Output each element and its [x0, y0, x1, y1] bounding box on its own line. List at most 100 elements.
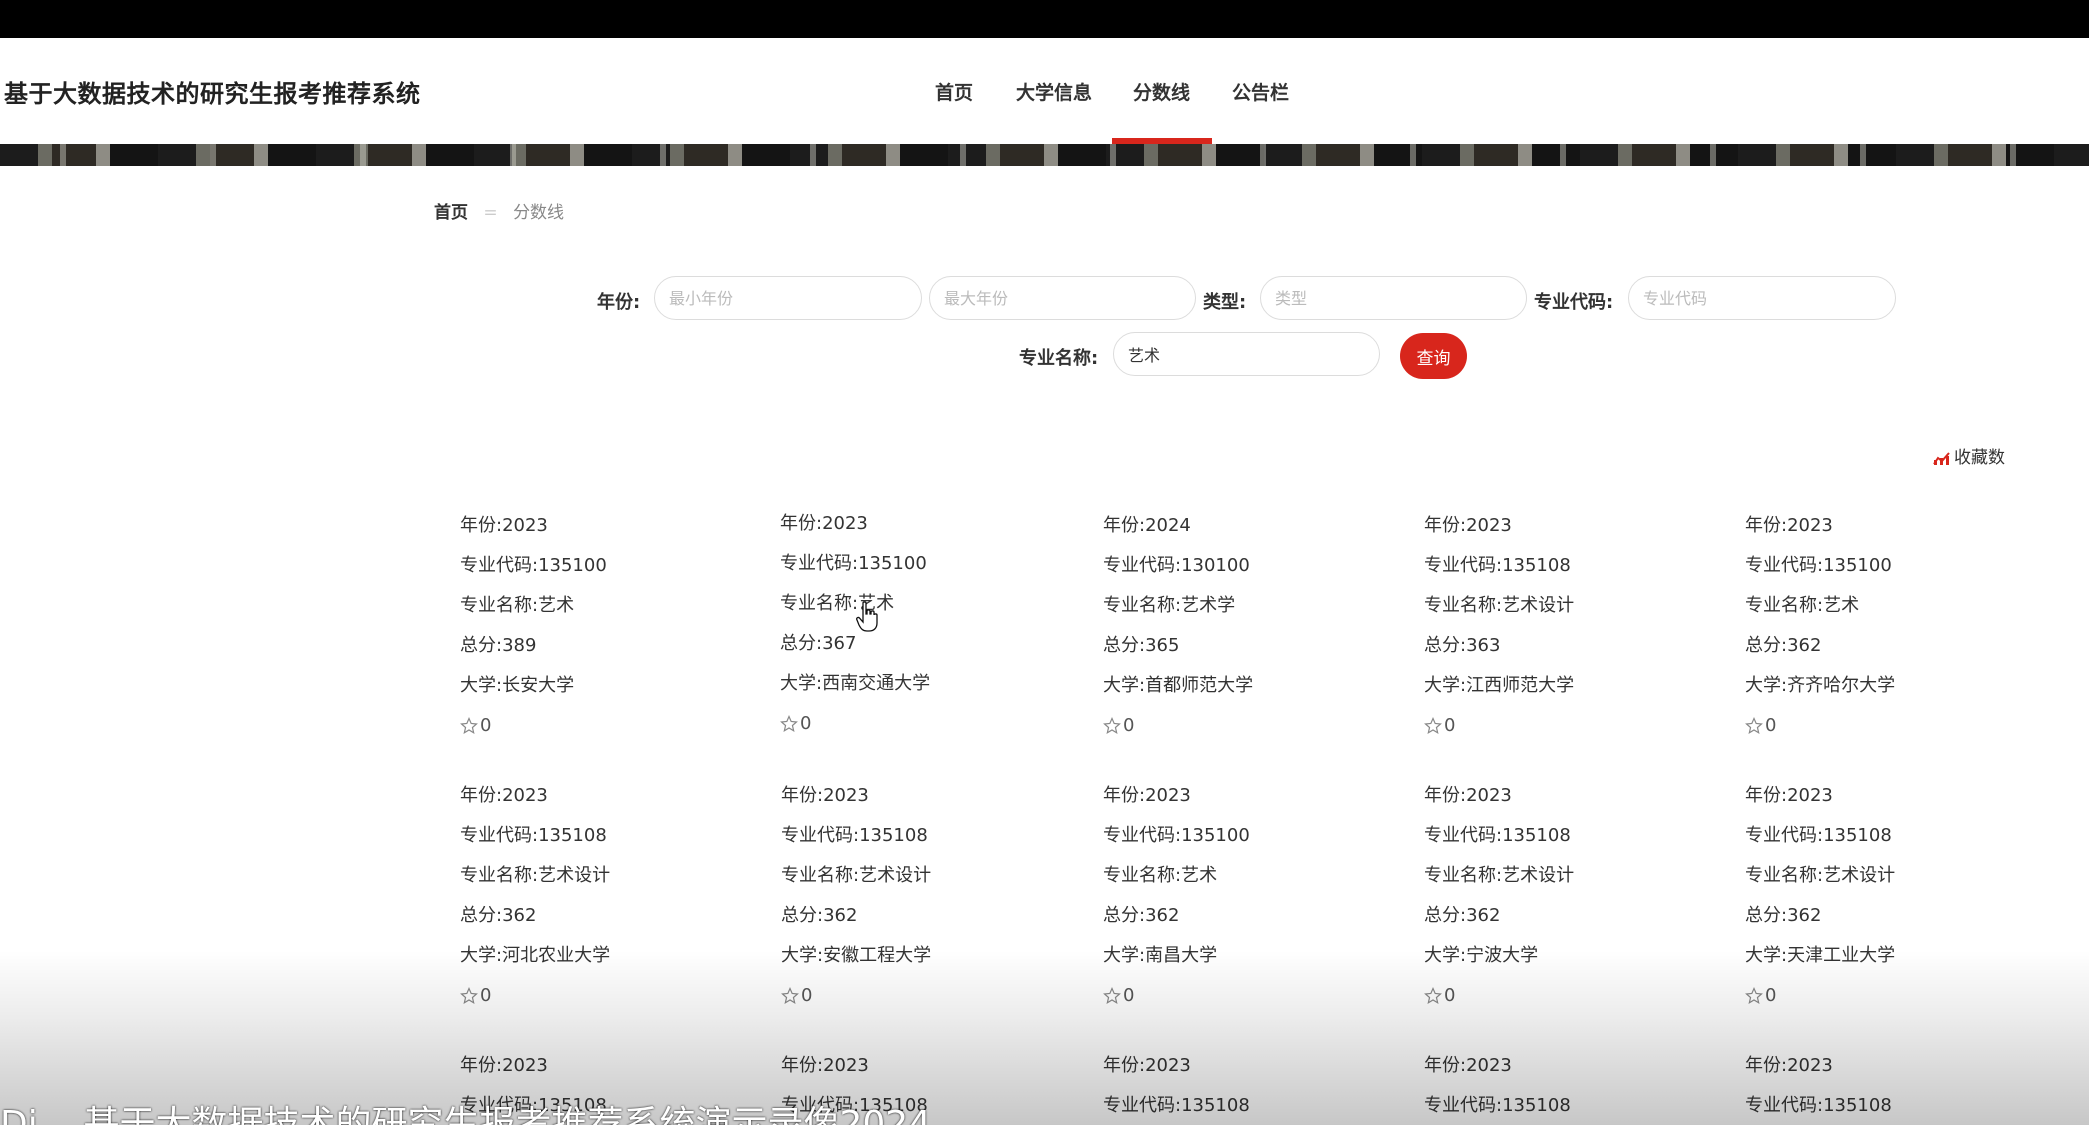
result-card[interactable]: 年份:2023 专业代码:135108 专业名称:艺术设计 总分:362 大学:… [1745, 776, 2045, 1016]
card-major-name: 专业名称:艺术 [1103, 865, 1218, 886]
card-university: 大学:天津工业大学 [1745, 945, 1896, 966]
card-major-code: 专业代码:135100 [1745, 555, 1892, 576]
result-card[interactable]: 年份:2023 专业代码:135100 专业名称:艺术 总分:389 大学:长安… [460, 506, 760, 746]
nav-item-university-info[interactable]: 大学信息 [1016, 78, 1092, 105]
min-year-input[interactable] [654, 276, 922, 320]
result-card[interactable]: 年份:2023 专业代码:135108 专业名称:艺术设计 总分:362 大学:… [1424, 776, 1724, 1016]
card-year: 年份:2023 [1103, 1055, 1191, 1076]
result-card[interactable]: 年份:2023 专业代码:135100 专业名称:艺术 总分:367 大学:西南… [780, 504, 1080, 744]
card-favorite[interactable]: 0 [460, 976, 760, 1016]
card-university: 大学:长安大学 [460, 675, 575, 696]
card-favorite[interactable]: 0 [1745, 706, 2045, 746]
card-favorite[interactable]: 0 [781, 976, 1081, 1016]
card-year: 年份:2023 [781, 785, 869, 806]
star-icon[interactable] [1745, 987, 1763, 1005]
nav-item-announcements[interactable]: 公告栏 [1232, 78, 1289, 105]
card-major-name: 专业名称:艺术 [780, 593, 895, 614]
card-year: 年份:2023 [460, 515, 548, 536]
card-major-name: 专业名称:艺术 [1745, 595, 1860, 616]
star-icon[interactable] [1424, 987, 1442, 1005]
star-icon[interactable] [780, 715, 798, 733]
card-total-score: 总分:389 [460, 635, 537, 656]
card-total-score: 总分:367 [780, 633, 857, 654]
card-total-score: 总分:362 [460, 905, 537, 926]
year-label: 年份: [597, 292, 641, 313]
favorite-count: 0 [1444, 985, 1456, 1006]
query-button[interactable]: 查询 [1400, 333, 1467, 379]
card-favorite[interactable]: 0 [1103, 706, 1403, 746]
chart-icon [1933, 452, 1950, 465]
type-input[interactable] [1260, 276, 1527, 320]
breadcrumb-home[interactable]: 首页 [434, 203, 468, 223]
card-total-score: 总分:362 [1745, 635, 1822, 656]
card-major-code: 专业代码:135108 [1745, 825, 1892, 846]
card-major-name: 专业名称:艺术设计 [781, 865, 932, 886]
card-favorite[interactable]: 0 [460, 706, 760, 746]
card-major-code: 专业代码:135100 [780, 553, 927, 574]
card-university: 大学:安徽工程大学 [781, 945, 932, 966]
card-favorite[interactable]: 0 [780, 704, 1080, 744]
favorite-count: 0 [480, 985, 492, 1006]
sort-by-favorites[interactable]: 收藏数 [1933, 443, 2005, 468]
card-university: 大学:齐齐哈尔大学 [1745, 675, 1896, 696]
hand-cursor-icon [856, 601, 878, 632]
card-university: 大学:首都师范大学 [1103, 675, 1254, 696]
card-favorite[interactable]: 0 [1103, 976, 1403, 1016]
favorite-count: 0 [1765, 715, 1777, 736]
card-year: 年份:2023 [1745, 1055, 1833, 1076]
card-university: 大学:江西师范大学 [1424, 675, 1575, 696]
star-icon[interactable] [460, 987, 478, 1005]
card-year: 年份:2023 [1424, 785, 1512, 806]
nav-item-home[interactable]: 首页 [935, 78, 973, 105]
result-card[interactable]: 年份:2023 专业代码:135100 专业名称:艺术 总分:362 大学:南昌… [1103, 776, 1403, 1016]
card-total-score: 总分:362 [1745, 905, 1822, 926]
header: 基于大数据技术的研究生报考推荐系统 首页 大学信息 分数线 公告栏 [0, 38, 2089, 144]
card-major-name: 专业名称:艺术设计 [460, 865, 611, 886]
card-major-code: 专业代码:135100 [1103, 825, 1250, 846]
favorite-count: 0 [801, 985, 813, 1006]
major-name-input[interactable] [1113, 332, 1380, 376]
window-top-bar [0, 0, 2089, 38]
card-total-score: 总分:362 [1424, 905, 1501, 926]
star-icon[interactable] [460, 717, 478, 735]
star-icon[interactable] [781, 987, 799, 1005]
card-university: 大学:西南交通大学 [780, 673, 931, 694]
result-card[interactable]: 年份:2023 专业代码:135108 专业名称:艺术设计 总分:363 大学:… [1424, 506, 1724, 746]
card-major-name: 专业名称:艺术设计 [1424, 595, 1575, 616]
card-major-code: 专业代码:135108 [1424, 555, 1571, 576]
card-major-code: 专业代码:135108 [781, 825, 928, 846]
card-favorite[interactable]: 0 [1424, 706, 1724, 746]
card-favorite[interactable]: 0 [1745, 976, 2045, 1016]
star-icon[interactable] [1745, 717, 1763, 735]
card-major-code: 专业代码:135100 [460, 555, 607, 576]
card-year: 年份:2023 [1424, 515, 1512, 536]
major-code-input[interactable] [1628, 276, 1896, 320]
breadcrumb-separator: = [483, 203, 498, 223]
result-card[interactable]: 年份:2023 专业代码:135108 专业名称:艺术设计 总分:362 大学:… [460, 776, 760, 1016]
card-major-code: 专业代码:135108 [1424, 825, 1571, 846]
card-major-name: 专业名称:艺术 [460, 595, 575, 616]
card-major-name: 专业名称:艺术学 [1103, 595, 1236, 616]
card-major-code: 专业代码:130100 [1103, 555, 1250, 576]
star-icon[interactable] [1424, 717, 1442, 735]
page: 基于大数据技术的研究生报考推荐系统 首页 大学信息 分数线 公告栏 首页 = 分… [0, 0, 2089, 1125]
star-icon[interactable] [1103, 987, 1121, 1005]
major-code-label: 专业代码: [1534, 292, 1614, 313]
card-year: 年份:2023 [780, 513, 868, 534]
major-name-label: 专业名称: [1019, 348, 1099, 369]
star-icon[interactable] [1103, 717, 1121, 735]
card-total-score: 总分:362 [1103, 905, 1180, 926]
favorite-count: 0 [1444, 715, 1456, 736]
card-total-score: 总分:365 [1103, 635, 1180, 656]
result-card[interactable]: 年份:2023 专业代码:135100 专业名称:艺术 总分:362 大学:齐齐… [1745, 506, 2045, 746]
card-year: 年份:2023 [1745, 515, 1833, 536]
nav-item-score-line[interactable]: 分数线 [1133, 78, 1190, 105]
result-card[interactable]: 年份:2023 专业代码:135108 专业名称:艺术设计 总分:362 大学:… [781, 776, 1081, 1016]
max-year-input[interactable] [929, 276, 1196, 320]
video-caption-overlay: Di... 基于大数据技术的研究生报考推荐系统演示录像2024 [0, 1104, 932, 1125]
breadcrumb: 首页 = 分数线 [434, 198, 564, 223]
card-year: 年份:2023 [781, 1055, 869, 1076]
card-favorite[interactable]: 0 [1424, 976, 1724, 1016]
card-year: 年份:2024 [1103, 515, 1191, 536]
result-card[interactable]: 年份:2024 专业代码:130100 专业名称:艺术学 总分:365 大学:首… [1103, 506, 1403, 746]
